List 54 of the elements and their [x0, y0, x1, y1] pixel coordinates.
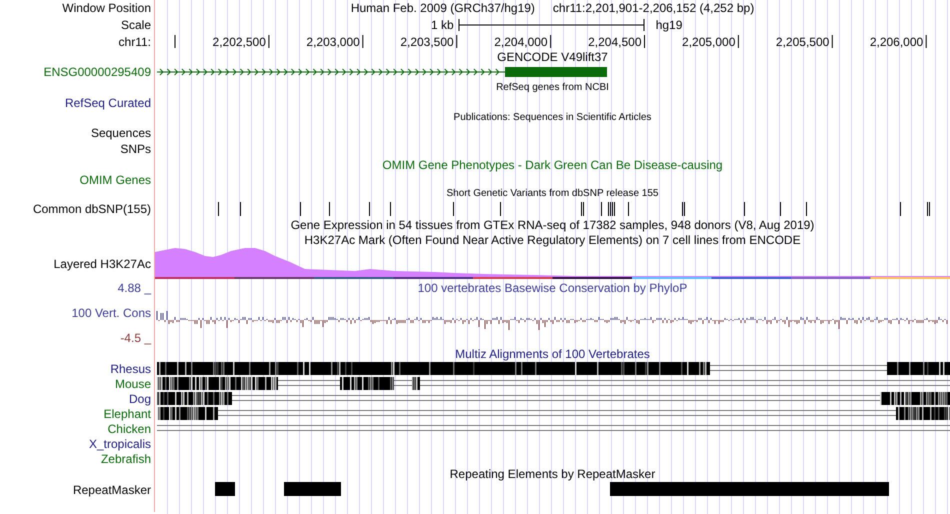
track-label: OMIM Genes: [80, 174, 151, 186]
ruler-tick: [268, 34, 270, 48]
axis-max-label: 4.88 _: [118, 282, 151, 294]
track-label: 100 Vert. Cons: [72, 307, 151, 319]
track-title: Gene Expression in 54 tissues from GTEx RNA-seq of 17382 samples, 948 donors (V8, Aug 2019): [290, 218, 814, 230]
ruler-label: 2,203,500: [400, 36, 454, 48]
track-title: H3K27Ac Mark (Often Found Near Active Regulatory Elements) on 7 cell lines from ENCODE: [304, 234, 801, 246]
row-label: Window Position: [62, 2, 151, 14]
species-label: Rhesus: [110, 362, 151, 374]
ruler-label: 2,206,000: [870, 36, 924, 48]
species-label: Chicken: [108, 422, 151, 434]
assembly-name: Human Feb. 2009 (GRCh37/hg19): [350, 2, 535, 14]
track-title: Short Genetic Variants from dbSNP release 155: [446, 189, 658, 199]
row-label: chr11:: [118, 36, 151, 48]
track-label: RefSeq Curated: [64, 96, 151, 108]
species-label: X_tropicalis: [88, 438, 151, 450]
track-title: Multiz Alignments of 100 Vertebrates: [455, 348, 650, 360]
ruler-label: 2,203,000: [306, 36, 360, 48]
scale-assembly: hg19: [656, 18, 682, 30]
track-title: GENCODE V49lift37: [497, 51, 608, 63]
track-title: OMIM Gene Phenotypes - Dark Green Can Be Disease-causing: [382, 158, 723, 170]
species-label: Zebrafish: [100, 452, 151, 464]
axis-min-label: -4.5 _: [120, 332, 151, 344]
row-label: Scale: [120, 18, 151, 30]
ruler-tick: [362, 34, 364, 48]
track-title: 100 vertebrates Basewise Conservation by PhyloP: [418, 282, 688, 294]
ruler-tick: [738, 34, 739, 48]
species-label: Mouse: [114, 378, 151, 390]
track-title: Publications: Sequences in Scientific Articles: [454, 112, 652, 122]
ruler-label: 2,204,000: [494, 36, 548, 48]
position-text: chr11:2,201,901-2,206,152 (4,252 bp): [552, 2, 754, 14]
track-label: Layered H3K27Ac: [54, 258, 151, 270]
ruler-tick: [550, 34, 552, 48]
ruler-tick: [926, 34, 927, 48]
track-title: Repeating Elements by RepeatMasker: [450, 468, 656, 480]
track-label: SNPs: [120, 143, 151, 155]
scale-length: 1 kb: [431, 18, 454, 30]
track-label: RepeatMasker: [72, 484, 151, 496]
repeat-element: [284, 482, 341, 496]
ruler-tick: [456, 34, 458, 48]
species-label: Dog: [128, 392, 151, 404]
species-label: Elephant: [104, 408, 151, 420]
ruler-tick: [644, 34, 645, 48]
repeat-element: [215, 482, 235, 496]
ruler-label: 2,202,500: [212, 36, 266, 48]
track-label: Sequences: [90, 127, 151, 139]
ruler-label: 2,205,500: [776, 36, 830, 48]
ruler-tick: [174, 34, 176, 48]
track-label: Common dbSNP(155): [32, 203, 151, 215]
track-title: RefSeq genes from NCBI: [496, 82, 609, 92]
ruler-label: 2,204,500: [588, 36, 642, 48]
track-label: ENSG00000295409: [44, 66, 151, 78]
ruler-tick: [832, 34, 833, 48]
ruler-label: 2,205,000: [682, 36, 736, 48]
